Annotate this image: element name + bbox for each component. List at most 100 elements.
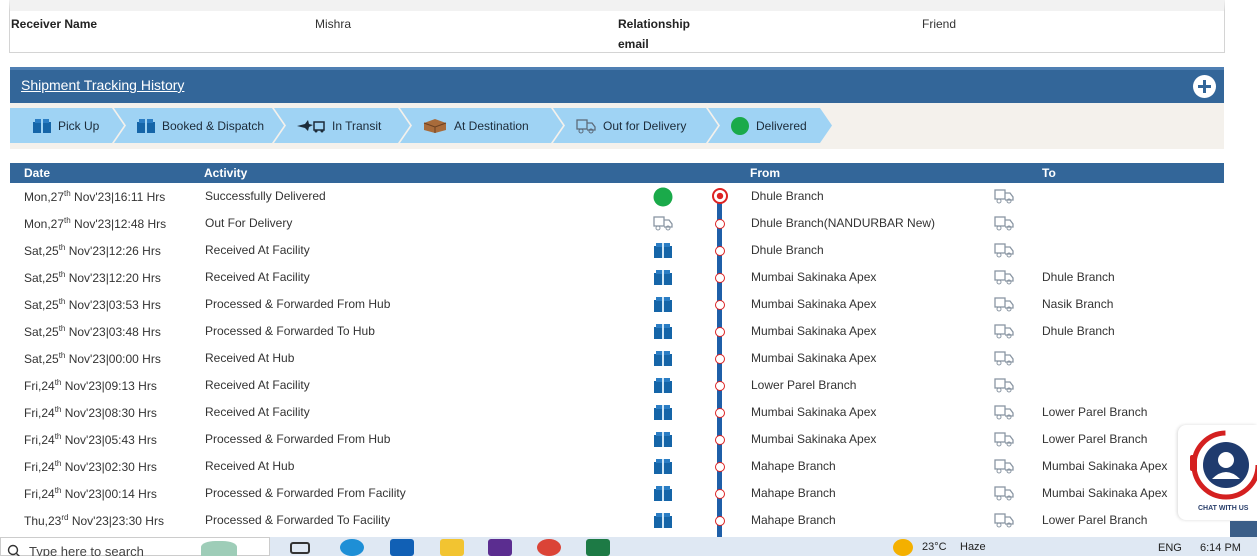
timeline-dot (715, 408, 725, 418)
task-view-icon[interactable] (290, 542, 310, 554)
tracking-row: Sat,25th Nov'23|00:00 Hrs Received At Hub… (10, 345, 1224, 372)
taskbar-search[interactable]: Type here to search (0, 537, 270, 556)
col-activity: Activity (204, 166, 248, 180)
status-steps: Pick Up Booked & Dispatch In Transit At … (10, 103, 1224, 149)
step-pick-up: Pick Up (10, 108, 124, 143)
step-label: At Destination (454, 118, 529, 133)
language-indicator[interactable]: ENG (1158, 542, 1182, 554)
row-from: Dhule Branch (751, 243, 824, 257)
row-activity: Successfully Delivered (205, 189, 326, 203)
row-from: Mumbai Sakinaka Apex (751, 270, 877, 284)
row-date: Sat,25th Nov'23|03:48 Hrs (24, 324, 161, 339)
row-to: Nasik Branch (1042, 297, 1114, 311)
box-icon (652, 375, 674, 398)
tracking-row: Mon,27th Nov'23|12:48 Hrs Out For Deliver… (10, 210, 1224, 237)
relationship-value: Friend (922, 17, 957, 31)
truck-icon (993, 510, 1015, 533)
tracking-row: Thu,23rd Nov'23|23:30 Hrs Processed & For… (10, 507, 1224, 534)
step-label: Delivered (756, 118, 807, 133)
search-placeholder: Type here to search (29, 544, 144, 556)
step-label: Out for Delivery (603, 118, 687, 133)
plus-icon (1198, 80, 1211, 93)
box-icon (652, 483, 674, 506)
truck-icon (993, 240, 1015, 263)
truck-icon (993, 294, 1015, 317)
expand-plus-button[interactable] (1193, 75, 1216, 98)
row-from: Mahape Branch (751, 513, 836, 527)
tracking-row: Fri,24th Nov'23|02:30 Hrs Received At Hub… (10, 453, 1224, 480)
clock-time[interactable]: 6:14 PM (1200, 542, 1241, 554)
row-from: Mahape Branch (751, 459, 836, 473)
outlook-icon[interactable] (390, 539, 414, 556)
row-from: Mumbai Sakinaka Apex (751, 324, 877, 338)
row-activity: Received At Hub (205, 351, 295, 365)
box-icon (652, 510, 674, 533)
weather-icon[interactable] (893, 539, 913, 556)
green-dot-icon (730, 116, 750, 136)
weather-text[interactable]: Haze (960, 541, 986, 553)
box-icon (652, 402, 674, 425)
row-date: Fri,24th Nov'23|00:14 Hrs (24, 486, 157, 501)
truck-icon (993, 186, 1015, 209)
timeline-dot (715, 300, 725, 310)
row-activity: Received At Facility (205, 378, 310, 392)
row-date: Fri,24th Nov'23|09:13 Hrs (24, 378, 157, 393)
row-activity: Received At Facility (205, 270, 310, 284)
tracking-row: Sat,25th Nov'23|12:20 Hrs Received At Fac… (10, 264, 1224, 291)
row-from: Mahape Branch (751, 486, 836, 500)
step-label: In Transit (332, 118, 382, 133)
excel-icon[interactable] (586, 539, 610, 556)
chrome-icon[interactable] (537, 539, 561, 556)
scroll-top-button[interactable] (1230, 521, 1257, 537)
timeline-dot (712, 188, 728, 204)
timeline-dot (715, 354, 725, 364)
receiver-name-label: Receiver Name (11, 17, 98, 31)
transit-icon (296, 119, 326, 133)
row-activity: Received At Facility (205, 405, 310, 419)
box-icon (652, 456, 674, 479)
truck-icon (993, 348, 1015, 371)
tracking-row: Fri,24th Nov'23|09:13 Hrs Received At Fac… (10, 372, 1224, 399)
truck-icon (575, 117, 597, 135)
row-to: Mumbai Sakinaka Apex (1042, 486, 1168, 500)
truck-icon (652, 213, 674, 236)
cup-icon (201, 541, 237, 556)
tracking-history-title[interactable]: Shipment Tracking History (21, 77, 184, 93)
row-date: Mon,27th Nov'23|16:11 Hrs (24, 189, 166, 204)
file-explorer-icon[interactable] (440, 539, 464, 556)
weather-temp[interactable]: 23°C (922, 541, 947, 553)
tracking-history-header: Shipment Tracking History (10, 67, 1224, 103)
row-activity: Processed & Forwarded To Hub (205, 324, 375, 338)
truck-icon (993, 321, 1015, 344)
relationship-label: Relationship (618, 17, 691, 31)
row-date: Mon,27th Nov'23|12:48 Hrs (24, 216, 167, 231)
row-date: Sat,25th Nov'23|03:53 Hrs (24, 297, 161, 312)
receiver-name-value: Mishra (315, 17, 352, 31)
timeline-dot (715, 381, 725, 391)
chat-label[interactable]: CHAT WITH US (1198, 505, 1248, 512)
timeline-dot (715, 462, 725, 472)
slack-icon[interactable] (488, 539, 512, 556)
truck-icon (993, 456, 1015, 479)
row-activity: Received At Hub (205, 459, 295, 473)
row-date: Fri,24th Nov'23|02:30 Hrs (24, 459, 157, 474)
row-activity: Processed & Forwarded From Hub (205, 297, 391, 311)
row-from: Mumbai Sakinaka Apex (751, 297, 877, 311)
step-label: Pick Up (58, 118, 100, 133)
row-date: Sat,25th Nov'23|12:26 Hrs (24, 243, 161, 258)
row-to: Lower Parel Branch (1042, 405, 1148, 419)
parcel-icon (422, 118, 448, 134)
box-icon (136, 118, 156, 134)
row-date: Fri,24th Nov'23|08:30 Hrs (24, 405, 157, 420)
step-booked-dispatch: Booked & Dispatch (114, 108, 284, 143)
email-label: email (618, 37, 649, 51)
step-in-transit: In Transit (274, 108, 410, 143)
timeline-dot (715, 246, 725, 256)
row-activity: Processed & Forwarded From Hub (205, 432, 391, 446)
step-out-for-delivery: Out for Delivery (553, 108, 718, 143)
tracking-row: Fri,24th Nov'23|00:14 Hrs Processed & For… (10, 480, 1224, 507)
row-from: Mumbai Sakinaka Apex (751, 405, 877, 419)
tracking-row: Sat,25th Nov'23|03:53 Hrs Processed & For… (10, 291, 1224, 318)
edge-icon[interactable] (340, 539, 364, 556)
row-date: Fri,24th Nov'23|05:43 Hrs (24, 432, 157, 447)
